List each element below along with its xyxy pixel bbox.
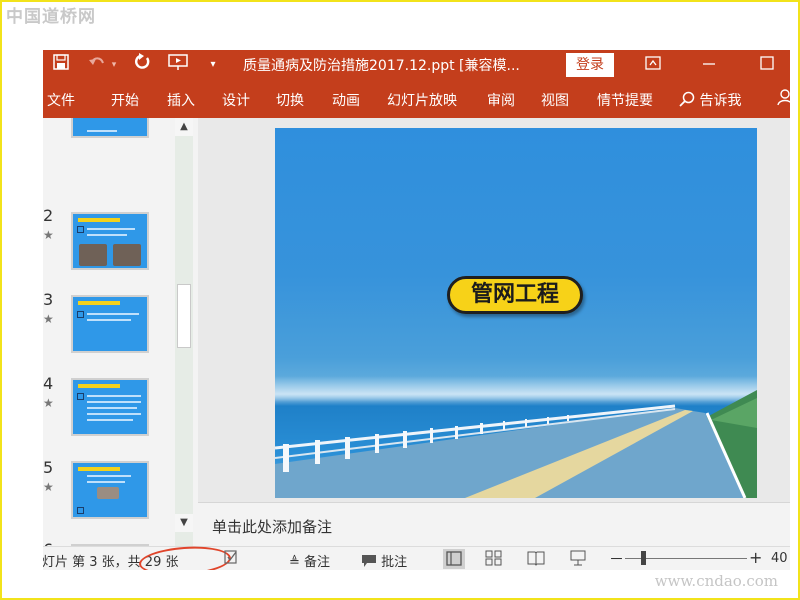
slide-editing-area: 管网工程 [198, 118, 790, 502]
undo-dropdown-icon[interactable]: ▾ [109, 53, 119, 77]
powerpoint-window: ▾ ▾ 质量通病及防治措施2017.12.ppt [兼容模... 登录 文件 开… [43, 50, 790, 570]
scroll-up-arrow-icon[interactable]: ▲ [175, 118, 193, 136]
watermark-top: 中国道桥网 [6, 7, 96, 27]
highlight-circle-annotation [138, 543, 232, 570]
slide-thumbnail[interactable] [71, 212, 149, 270]
slide-title[interactable]: 管网工程 [447, 276, 583, 314]
notes-pane[interactable]: 单击此处添加备注 [198, 502, 790, 546]
comments-label: 批注 [381, 555, 408, 570]
animation-star-icon: ★ [43, 312, 54, 326]
slide-number: 5 [43, 458, 54, 477]
title-bar: ▾ ▾ 质量通病及防治措施2017.12.ppt [兼容模... 登录 [43, 50, 790, 80]
zoom-slider-thumb[interactable] [641, 551, 646, 565]
notes-button[interactable]: ≜ 备注 [289, 551, 330, 570]
slideshow-view-icon[interactable] [569, 550, 587, 566]
save-icon[interactable] [51, 53, 71, 77]
reading-view-icon[interactable] [527, 550, 545, 566]
notes-placeholder[interactable]: 单击此处添加备注 [212, 516, 332, 537]
scrollbar-thumb[interactable] [177, 284, 191, 348]
comment-icon [361, 554, 377, 570]
slide-thumbnail[interactable] [71, 461, 149, 519]
notes-icon: ≜ [289, 555, 300, 570]
undo-icon[interactable] [87, 53, 107, 77]
ribbon-display-options-icon[interactable] [643, 53, 663, 77]
current-slide[interactable]: 管网工程 [275, 128, 757, 498]
tell-me-label: 告诉我 [699, 93, 742, 109]
animation-star-icon: ★ [43, 480, 54, 494]
customize-toolbar-dropdown-icon[interactable]: ▾ [207, 53, 219, 77]
slide-thumbnail[interactable] [71, 295, 149, 353]
search-icon [679, 91, 695, 111]
tab-insert[interactable]: 插入 [167, 90, 195, 110]
spell-check-icon[interactable] [223, 549, 239, 569]
slide-thumbnail[interactable] [71, 378, 149, 436]
tab-storyboarding[interactable]: 情节提要 [597, 90, 653, 110]
animation-star-icon: ★ [43, 396, 54, 410]
normal-view-icon[interactable] [443, 549, 465, 569]
redo-icon[interactable] [133, 53, 153, 77]
slide-number: 3 [43, 290, 54, 309]
document-title: 质量通病及防治措施2017.12.ppt [兼容模... [243, 58, 520, 74]
thumbnails-scrollbar[interactable]: ▲ ▼ [175, 118, 193, 546]
tab-slideshow[interactable]: 幻灯片放映 [387, 90, 457, 110]
comments-button[interactable]: 批注 [361, 551, 407, 570]
tab-review[interactable]: 审阅 [487, 90, 515, 110]
account-icon[interactable] [777, 88, 790, 110]
login-button[interactable]: 登录 [566, 53, 614, 77]
slide-number: 4 [43, 374, 54, 393]
animation-star-icon: ★ [43, 228, 54, 242]
zoom-level[interactable]: 40 [771, 551, 788, 566]
tab-home[interactable]: 开始 [111, 90, 139, 110]
minimize-icon[interactable] [699, 53, 719, 77]
notes-label: 备注 [304, 555, 331, 570]
watermark-bottom: www.cndao.com [654, 572, 778, 590]
slide-thumbnails-pane: 2 ★ 3 ★ 4 ★ 5 ★ [43, 118, 195, 546]
slideshow-from-beginning-icon[interactable] [167, 53, 189, 77]
tab-animations[interactable]: 动画 [332, 90, 360, 110]
tab-view[interactable]: 视图 [541, 90, 569, 110]
zoom-out-button[interactable]: － [609, 548, 624, 569]
status-bar: 幻灯片 第 3 张，共 29 张 ≜ 备注 批注 － + 40 [43, 543, 790, 570]
scroll-down-arrow-icon[interactable]: ▼ [175, 514, 193, 532]
tab-transitions[interactable]: 切换 [276, 90, 304, 110]
maximize-icon[interactable] [757, 53, 777, 77]
slide-thumbnail[interactable] [71, 118, 149, 138]
slide-sorter-view-icon[interactable] [485, 550, 503, 566]
ribbon-tabs: 文件 开始 插入 设计 切换 动画 幻灯片放映 审阅 视图 情节提要 告诉我 [43, 80, 790, 118]
slide-number: 2 [43, 206, 54, 225]
tell-me-search[interactable]: 告诉我 [679, 90, 741, 111]
zoom-in-button[interactable]: + [749, 548, 762, 567]
tab-file[interactable]: 文件 [47, 90, 75, 110]
tab-design[interactable]: 设计 [222, 90, 250, 110]
